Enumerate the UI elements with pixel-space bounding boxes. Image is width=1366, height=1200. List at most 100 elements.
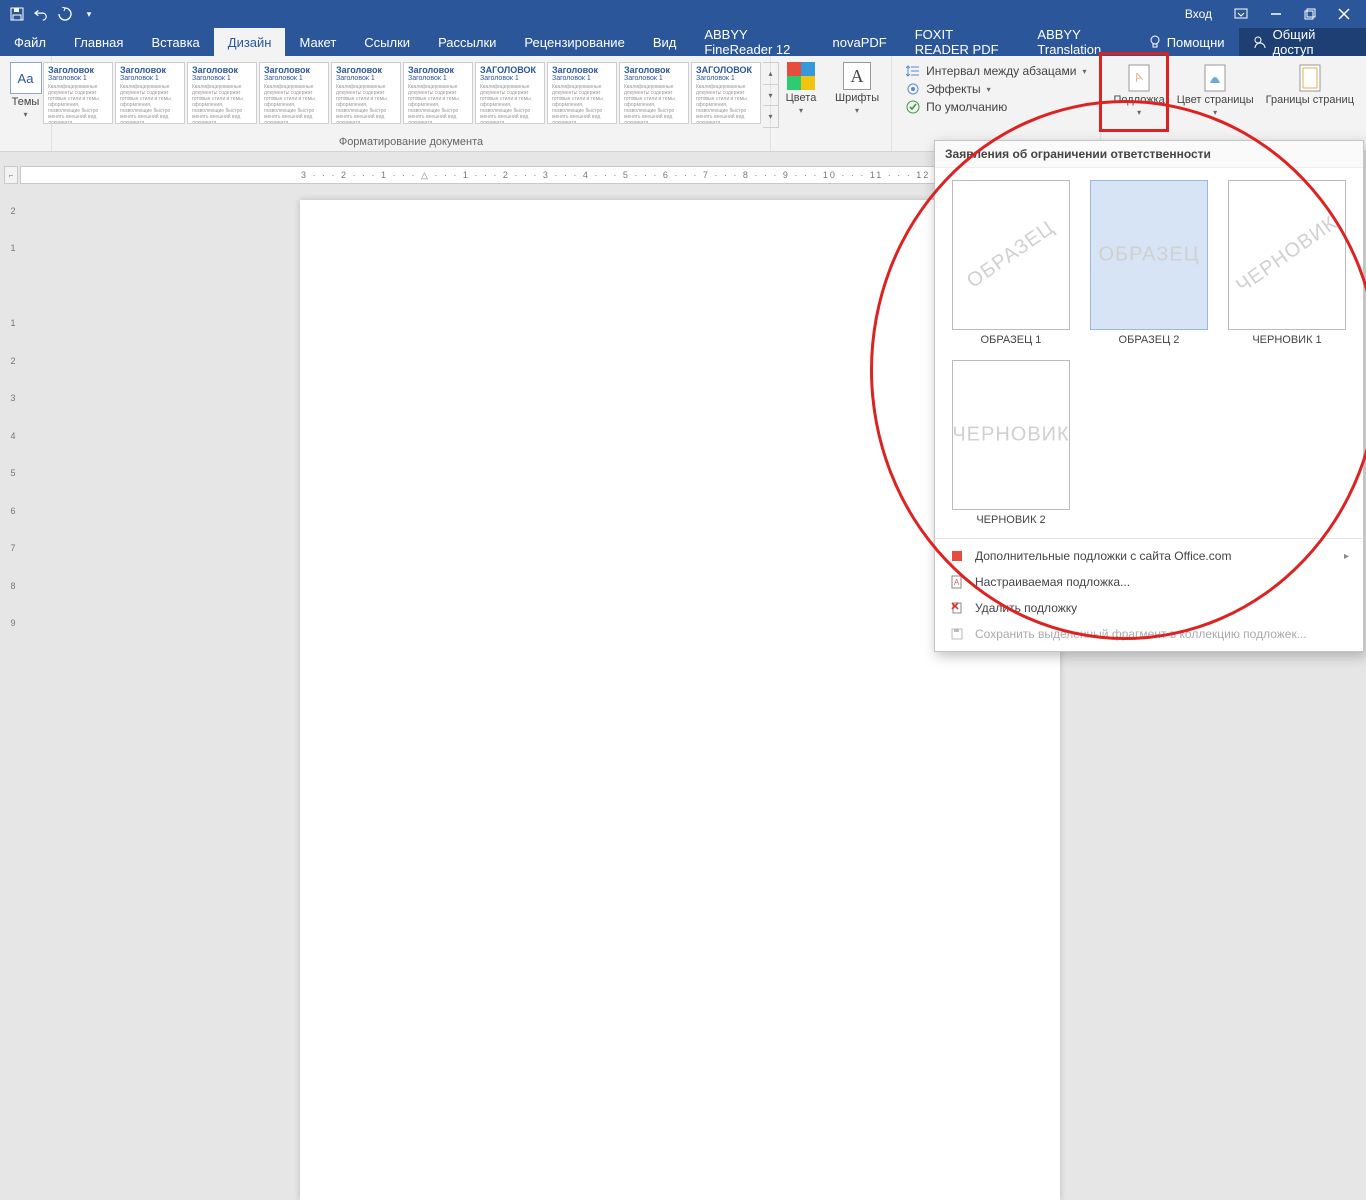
page-color-button[interactable]: Цвет страницы ▾ — [1171, 60, 1260, 119]
tab-вид[interactable]: Вид — [639, 28, 691, 56]
more-watermarks-option[interactable]: Дополнительные подложки с сайта Office.c… — [935, 543, 1363, 569]
style-set-thumb[interactable]: ЗаголовокЗаголовок 1Квалифицированные до… — [331, 62, 401, 124]
colors-label: Цвета — [786, 92, 817, 104]
ribbon-options-icon[interactable] — [1234, 8, 1248, 20]
ruler-corner[interactable]: ⌐ — [4, 166, 18, 184]
watermark-dropdown: Заявления об ограничении ответственности… — [934, 140, 1364, 652]
tell-me-label: Помощни — [1167, 35, 1225, 50]
chevron-right-icon: ▸ — [1344, 551, 1349, 562]
more-watermarks-label: Дополнительные подложки с сайта Office.c… — [975, 549, 1231, 563]
custom-watermark-label: Настраиваемая подложка... — [975, 575, 1130, 589]
tab-файл[interactable]: Файл — [0, 28, 60, 56]
watermark-preset[interactable]: ЧЕРНОВИКЧЕРНОВИК 2 — [949, 360, 1073, 526]
style-set-thumb[interactable]: ЗаголовокЗаголовок 1Квалифицированные до… — [115, 62, 185, 124]
page-borders-label: Границы страниц — [1266, 94, 1354, 106]
remove-watermark-icon — [949, 600, 965, 616]
watermark-button[interactable]: A Подложка ▾ — [1107, 60, 1170, 119]
custom-watermark-icon: A — [949, 574, 965, 590]
style-set-thumb[interactable]: ЗаголовокЗаголовок 1Квалифицированные до… — [403, 62, 473, 124]
tab-novapdf[interactable]: novaPDF — [819, 28, 901, 56]
remove-watermark-option[interactable]: Удалить подложку — [935, 595, 1363, 621]
office-icon — [949, 548, 965, 564]
page-borders-button[interactable]: Границы страниц — [1260, 60, 1360, 108]
tab-ссылки[interactable]: Ссылки — [350, 28, 424, 56]
colors-button[interactable]: Цвета ▾ — [777, 60, 825, 117]
themes-label: Темы — [12, 96, 40, 108]
svg-text:A: A — [954, 578, 960, 587]
gallery-group-label: Форматирование документа — [339, 135, 483, 149]
set-default-button[interactable]: По умолчанию — [906, 100, 1086, 114]
watermark-thumb: ЧЕРНОВИК — [952, 360, 1070, 510]
effects-button[interactable]: Эффекты ▾ — [906, 82, 1086, 96]
fonts-button[interactable]: A Шрифты ▾ — [829, 60, 885, 117]
page-color-icon — [1201, 64, 1229, 92]
signin-link[interactable]: Вход — [1185, 7, 1212, 21]
style-set-thumb[interactable]: ЗаголовокЗаголовок 1Квалифицированные до… — [547, 62, 617, 124]
style-set-thumb[interactable]: ЗаголовокЗаголовок 1Квалифицированные до… — [187, 62, 257, 124]
ruler-v-tick: 7 — [10, 530, 15, 568]
save-icon[interactable] — [10, 7, 24, 21]
ruler-v-tick: 8 — [10, 567, 15, 605]
watermark-caption: ОБРАЗЕЦ 1 — [981, 334, 1042, 346]
tab-foxit-reader-pdf[interactable]: FOXIT READER PDF — [901, 28, 1024, 56]
tab-abbyy-translation[interactable]: ABBYY Translation — [1023, 28, 1134, 56]
ruler-v-tick: 2 — [10, 342, 15, 380]
quick-access-toolbar: ▾ — [0, 0, 106, 28]
close-icon[interactable] — [1338, 8, 1350, 20]
tell-me[interactable]: Помощни — [1135, 28, 1239, 56]
share-button[interactable]: Общий доступ — [1239, 28, 1366, 56]
style-set-thumb[interactable]: ЗАГОЛОВОКЗаголовок 1Квалифицированные до… — [691, 62, 761, 124]
watermark-icon: A — [1125, 64, 1153, 92]
page-borders-icon — [1296, 64, 1324, 92]
maximize-icon[interactable] — [1304, 8, 1316, 20]
watermark-thumb: ЧЕРНОВИК — [1228, 180, 1346, 330]
paragraph-spacing-button[interactable]: Интервал между абзацами ▾ — [906, 64, 1086, 78]
remove-watermark-label: Удалить подложку — [975, 601, 1077, 615]
undo-icon[interactable] — [34, 7, 48, 21]
style-set-thumb[interactable]: ЗаголовокЗаголовок 1Квалифицированные до… — [619, 62, 689, 124]
spacing-label: Интервал между абзацами — [926, 64, 1076, 78]
format-options-group: Интервал между абзацами ▾ Эффекты ▾ По у… — [892, 56, 1101, 151]
fonts-icon: A — [843, 62, 871, 90]
ruler-v-tick: 9 — [10, 605, 15, 643]
qat-more-icon[interactable]: ▾ — [82, 7, 96, 21]
watermark-category-header: Заявления об ограничении ответственности — [935, 141, 1363, 168]
themes-icon: Aa — [10, 62, 42, 94]
tab-дизайн[interactable]: Дизайн — [214, 28, 286, 56]
tab-abbyy-finereader-12[interactable]: ABBYY FineReader 12 — [690, 28, 818, 56]
effects-icon — [906, 82, 920, 96]
watermark-caption: ОБРАЗЕЦ 2 — [1119, 334, 1180, 346]
save-selection-icon — [949, 626, 965, 642]
ruler-v-tick: 1 — [10, 230, 15, 268]
save-watermark-option: Сохранить выделенный фрагмент в коллекци… — [935, 621, 1363, 647]
ruler-v-tick: 6 — [10, 492, 15, 530]
watermark-label: Подложка — [1113, 94, 1164, 106]
watermark-preset[interactable]: ОБРАЗЕЦ ОБРАЗЕЦ 2 — [1087, 180, 1211, 346]
watermark-thumb: ОБРАЗЕЦ — [1090, 180, 1208, 330]
default-label: По умолчанию — [926, 100, 1007, 114]
tab-рассылки[interactable]: Рассылки — [424, 28, 510, 56]
tab-макет[interactable]: Макет — [285, 28, 350, 56]
spacing-icon — [906, 64, 920, 78]
tab-главная[interactable]: Главная — [60, 28, 137, 56]
style-set-thumb[interactable]: ЗАГОЛОВОКЗаголовок 1Квалифицированные до… — [475, 62, 545, 124]
watermark-preset[interactable]: ОБРАЗЕЦОБРАЗЕЦ 1 — [949, 180, 1073, 346]
style-set-thumb[interactable]: ЗаголовокЗаголовок 1Квалифицированные до… — [43, 62, 113, 124]
watermark-preset[interactable]: ЧЕРНОВИК ЧЕРНОВИК 1 — [1225, 180, 1349, 346]
style-set-thumb[interactable]: ЗаголовокЗаголовок 1Квалифицированные до… — [259, 62, 329, 124]
ruler-v-tick: 4 — [10, 417, 15, 455]
save-watermark-label: Сохранить выделенный фрагмент в коллекци… — [975, 627, 1307, 641]
page-background-group: A Подложка ▾ Цвет страницы ▾ Границы стр… — [1101, 56, 1366, 151]
colors-icon — [787, 62, 815, 90]
vertical-ruler[interactable]: 21123456789 — [4, 192, 22, 642]
share-label: Общий доступ — [1273, 27, 1352, 57]
redo-icon[interactable] — [58, 7, 72, 21]
page-color-label: Цвет страницы — [1177, 94, 1254, 106]
tab-рецензирование[interactable]: Рецензирование — [510, 28, 638, 56]
watermark-caption: ЧЕРНОВИК 1 — [1252, 334, 1321, 346]
custom-watermark-option[interactable]: A Настраиваемая подложка... — [935, 569, 1363, 595]
minimize-icon[interactable] — [1270, 8, 1282, 20]
window-controls: Вход — [1169, 0, 1366, 28]
theme-variants-group: Цвета ▾ A Шрифты ▾ — [771, 56, 892, 151]
tab-вставка[interactable]: Вставка — [137, 28, 213, 56]
